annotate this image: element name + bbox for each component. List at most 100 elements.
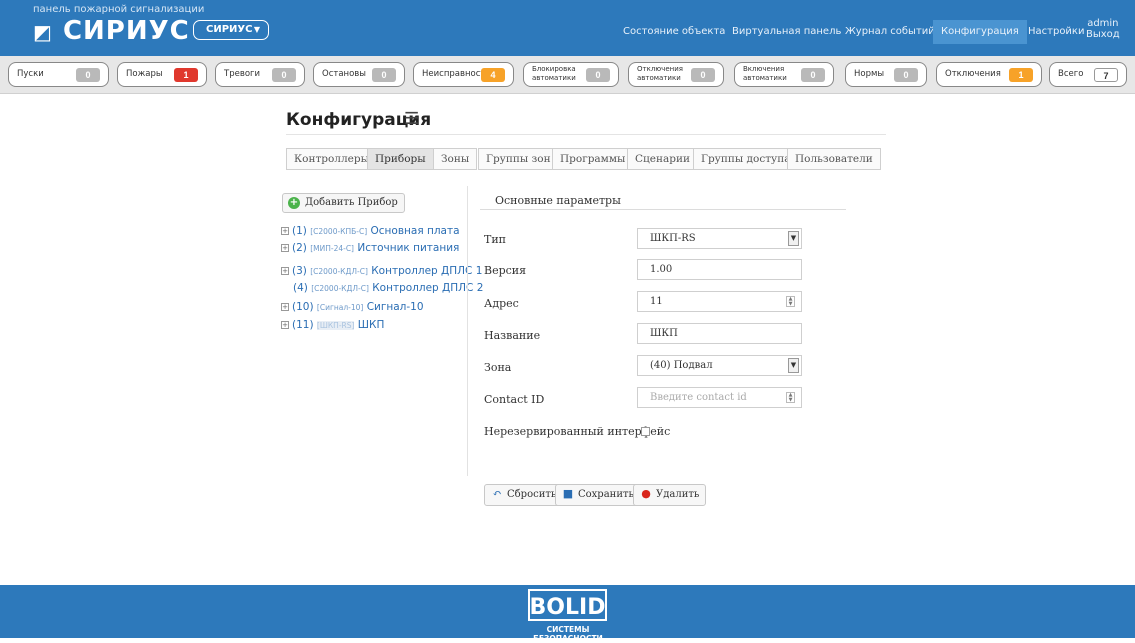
- tab-scenarios[interactable]: Сценарии: [627, 148, 698, 170]
- nav-virtual-panel[interactable]: Виртуальная панель: [732, 20, 841, 44]
- counter-faults[interactable]: Неисправности 4: [413, 62, 514, 87]
- address-value: 11: [650, 296, 663, 307]
- spinner-arrows-icon[interactable]: ▲ ▼: [786, 392, 795, 403]
- nav-state[interactable]: Состояние объекта: [623, 20, 725, 44]
- counter-auto-off[interactable]: Отключения автоматики 0: [628, 62, 724, 87]
- counter-normal[interactable]: Нормы 0: [845, 62, 927, 87]
- system-select-value: СИРИУС: [206, 24, 253, 35]
- device-number: (2): [292, 242, 307, 254]
- expand-icon[interactable]: +: [281, 303, 289, 311]
- tab-access-groups[interactable]: Группы доступа: [693, 148, 799, 170]
- counter-label: Тревоги: [224, 69, 261, 79]
- device-name: Основная плата: [370, 225, 460, 237]
- tree-item-device-1[interactable]: + (1) [С2000-КПБ-С] Основная плата: [281, 224, 460, 238]
- counter-label-line1: Включения: [743, 65, 785, 73]
- device-model: [С2000-КДЛ-С]: [310, 267, 368, 276]
- counter-value: 4: [481, 68, 505, 82]
- nonredundant-checkbox[interactable]: [641, 427, 650, 436]
- counter-label: Всего: [1058, 69, 1084, 79]
- device-name: ШКП: [357, 319, 385, 331]
- undo-icon: ↶: [492, 487, 502, 500]
- device-number: (10): [292, 301, 314, 313]
- counter-label: Нормы: [854, 69, 885, 79]
- device-model: [Сигнал-10]: [316, 303, 364, 312]
- expand-icon[interactable]: +: [281, 227, 289, 235]
- zone-select[interactable]: (40) Подвал ▼: [637, 355, 802, 376]
- title-divider: [286, 134, 886, 135]
- nav-settings[interactable]: Настройки: [1028, 20, 1084, 44]
- counter-label: Остановы: [322, 69, 367, 79]
- tree-item-device-3[interactable]: + (3) [С2000-КДЛ-С] Контроллер ДПЛС 1: [281, 264, 482, 278]
- contact-id-placeholder: Введите contact id: [650, 392, 747, 403]
- footer-tagline: СИСТЕМЫ БЕЗОПАСНОСТИ: [533, 625, 603, 643]
- spinner-arrows-icon[interactable]: ▲ ▼: [786, 296, 795, 307]
- counter-auto-on[interactable]: Включения автоматики 0: [734, 62, 834, 87]
- app-logo: ◩ СИРИУС: [33, 17, 190, 46]
- counter-alarms[interactable]: Тревоги 0: [215, 62, 305, 87]
- add-device-button[interactable]: + Добавить Прибор: [282, 193, 405, 213]
- expand-icon[interactable]: +: [281, 244, 289, 252]
- type-label: Тип: [484, 233, 506, 246]
- device-number: (3): [292, 265, 307, 277]
- nav-configuration[interactable]: Конфигурация: [933, 20, 1027, 44]
- tab-zones[interactable]: Зоны: [433, 148, 478, 170]
- app-subtitle: панель пожарной сигнализации: [33, 4, 205, 15]
- version-field[interactable]: 1.00: [637, 259, 802, 280]
- tab-devices[interactable]: Приборы: [367, 148, 434, 170]
- counter-auto-block[interactable]: Блокировка автоматики 0: [523, 62, 619, 87]
- tab-zone-groups[interactable]: Группы зон: [478, 148, 559, 170]
- counter-disabled[interactable]: Отключения 1: [936, 62, 1042, 87]
- logo-mark-icon: ◩: [33, 20, 53, 44]
- hamburger-menu-icon[interactable]: ☰: [404, 109, 419, 129]
- expand-icon[interactable]: +: [281, 321, 289, 329]
- app-name: СИРИУС: [62, 16, 190, 46]
- tree-item-device-10[interactable]: + (10) [Сигнал-10] Сигнал-10: [281, 300, 424, 314]
- counter-label-line1: Блокировка: [532, 65, 576, 73]
- device-model: [С2000-КПБ-С]: [310, 227, 368, 236]
- counter-label: Отключения: [945, 69, 1001, 79]
- section-divider: [480, 209, 846, 210]
- counter-fires[interactable]: Пожары 1: [117, 62, 207, 87]
- tab-users[interactable]: Пользователи: [787, 148, 881, 170]
- tree-item-device-4[interactable]: (4) [С2000-КДЛ-С] Контроллер ДПЛС 2: [293, 281, 483, 295]
- counter-value: 0: [801, 68, 825, 82]
- chevron-down-icon: ▼: [788, 231, 799, 246]
- counter-label-line2: автоматики: [743, 73, 787, 82]
- top-header: панель пожарной сигнализации ◩ СИРИУС СИ…: [0, 0, 1135, 56]
- tab-controllers[interactable]: Контроллеры: [286, 148, 377, 170]
- chevron-down-icon: ▼: [253, 25, 260, 34]
- counter-stops[interactable]: Остановы 0: [313, 62, 405, 87]
- counter-value: 0: [586, 68, 610, 82]
- delete-button[interactable]: ● Удалить: [633, 484, 707, 506]
- delete-label: Удалить: [656, 489, 700, 500]
- address-stepper[interactable]: 11 ▲ ▼: [637, 291, 802, 312]
- system-select[interactable]: СИРИУС ▼: [193, 20, 269, 40]
- footer-brand: BOLID: [530, 595, 606, 620]
- reset-button[interactable]: ↶ Сбросить: [484, 484, 564, 506]
- username: admin: [1087, 18, 1119, 29]
- tab-programs[interactable]: Программы: [552, 148, 634, 170]
- counter-total[interactable]: Всего 7: [1049, 62, 1127, 87]
- name-label: Название: [484, 329, 541, 342]
- contact-id-field[interactable]: Введите contact id ▲ ▼: [637, 387, 802, 408]
- expand-icon[interactable]: +: [281, 267, 289, 275]
- counter-label: Отключения автоматики: [637, 65, 683, 82]
- tree-item-device-2[interactable]: + (2) [МИП-24-С] Источник питания: [281, 241, 459, 255]
- tree-item-device-11[interactable]: + (11) [ШКП-RS] ШКП: [281, 318, 384, 332]
- counter-value: 7: [1094, 68, 1118, 82]
- save-label: Сохранить: [578, 489, 634, 500]
- device-model: [ШКП-RS]: [316, 321, 355, 330]
- save-button[interactable]: ■ Сохранить: [555, 484, 641, 506]
- counter-label-line1: Отключения: [637, 65, 683, 73]
- panel-divider: [467, 186, 468, 476]
- zone-select-value: (40) Подвал: [650, 360, 713, 371]
- name-field[interactable]: ШКП: [637, 323, 802, 344]
- type-select[interactable]: ШКП-RS ▼: [637, 228, 802, 249]
- counter-launches[interactable]: Пуски 0: [8, 62, 109, 87]
- reset-label: Сбросить: [507, 489, 557, 500]
- device-number: (4): [293, 282, 308, 294]
- nav-event-log[interactable]: Журнал событий: [845, 20, 935, 44]
- logout-link[interactable]: Выход: [1086, 29, 1120, 40]
- counter-value: 0: [894, 68, 918, 82]
- plus-icon: +: [288, 197, 300, 209]
